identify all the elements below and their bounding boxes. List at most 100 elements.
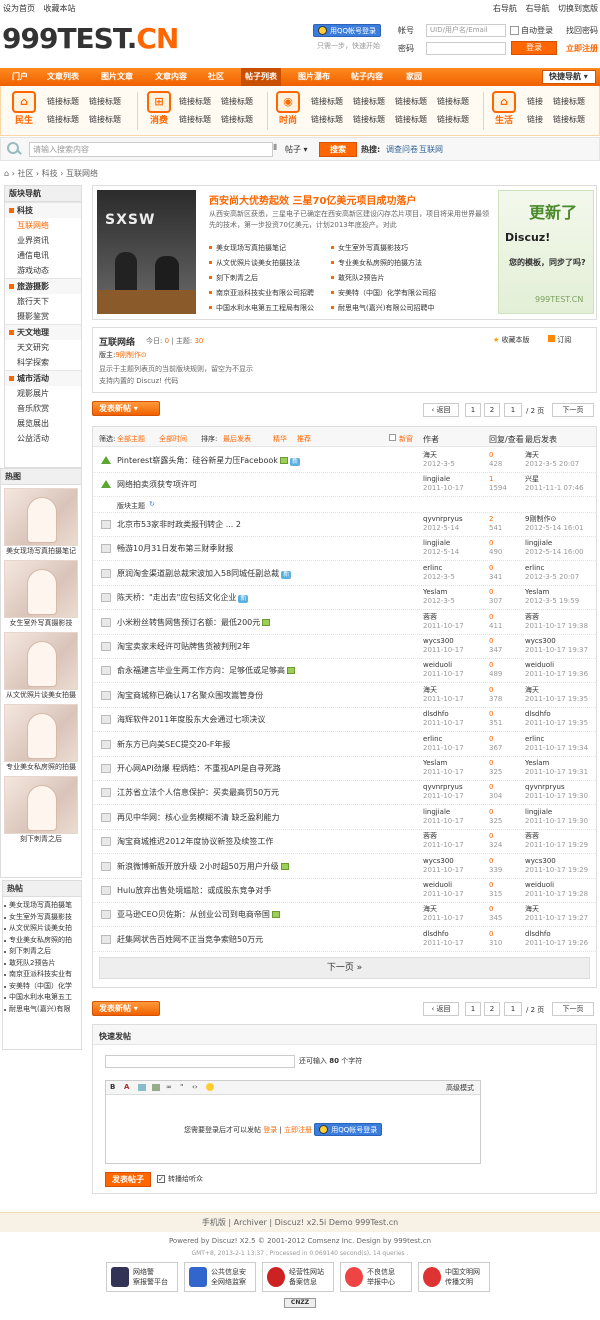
last-poster-link[interactable]: dlsdhfo — [525, 930, 551, 938]
band-group-shishang[interactable]: ◉ 时尚 — [273, 89, 303, 133]
last-poster-link[interactable]: 蓉蓉 — [525, 832, 539, 840]
sidebar-item[interactable]: 游戏动态 — [5, 263, 81, 278]
sidebar-item[interactable]: 互联网络 — [5, 218, 81, 233]
band-link[interactable]: 链接标题 — [89, 96, 121, 107]
hot-post-item[interactable]: 美女现场写真拍摄笔 — [3, 900, 81, 912]
last-poster-link[interactable]: weiduoli — [525, 661, 554, 669]
search-input[interactable]: 请输入搜索内容 — [29, 142, 273, 157]
band-link[interactable]: 链接标题 — [353, 114, 385, 125]
page-input[interactable]: 1 — [504, 403, 522, 417]
thread-row[interactable]: 开心网API劲爆 程炳皓：不重视API是自寻死路 Yeslam 2011-10-17… — [93, 757, 596, 781]
band-link[interactable]: 链接标题 — [47, 114, 79, 125]
thread-row[interactable]: 亚马逊CEO贝佐斯：从创业公司到电商帝国 海天 2011-10-17 0 345 海天 20… — [93, 903, 596, 928]
editor-register-link[interactable]: 立即注册 — [284, 1125, 312, 1135]
page-input-bottom[interactable]: 1 — [504, 1002, 522, 1016]
last-poster-link[interactable]: Yeslam — [525, 759, 549, 767]
author-link[interactable]: weiduoli — [423, 881, 452, 889]
featured-link[interactable]: 安美特（中国）化学有限公司招 — [331, 288, 436, 298]
thread-title[interactable]: 淘宝商城称已确认17名聚众围攻嵩管身份 — [117, 690, 263, 701]
badge-civilization[interactable]: 中国文明网 传播文明 — [418, 1262, 490, 1292]
hot-image[interactable] — [4, 488, 78, 546]
register-link[interactable]: 立即注册 — [566, 43, 598, 54]
submit-post-button[interactable]: 发表帖子 — [105, 1172, 151, 1187]
featured-link[interactable]: 女生室外写真摄影技巧 — [331, 243, 408, 253]
last-poster-link[interactable]: wycs300 — [525, 857, 556, 865]
last-poster-link[interactable]: wycs300 — [525, 637, 556, 645]
band-link[interactable]: 链接标题 — [221, 114, 253, 125]
footer-link-archiver[interactable]: Archiver — [234, 1218, 267, 1227]
sidebar-group[interactable]: 城市活动 — [5, 370, 81, 386]
thread-row[interactable]: 原润淘金渠道副总裁宋波加入58同城任副总裁新 erlinc 2012-3-5 0 341… — [93, 562, 596, 586]
sidebar-item[interactable]: 旅行天下 — [5, 294, 81, 309]
filter-digest[interactable]: 精华 — [273, 434, 287, 444]
sidebar-item[interactable]: 业界资讯 — [5, 233, 81, 248]
band-group-minsheng[interactable]: ⌂ 民生 — [9, 89, 39, 133]
band-link[interactable]: 链接标题 — [353, 96, 385, 107]
last-poster-link[interactable]: 兴星 — [525, 475, 539, 483]
right-nav-link-2[interactable]: 右导航 — [525, 4, 549, 13]
new-window-checkbox[interactable] — [389, 434, 396, 441]
right-nav-link-1[interactable]: 右导航 — [493, 4, 517, 13]
sidebar-item[interactable]: 展览展出 — [5, 416, 81, 431]
thread-title[interactable]: 北京市53家非时政类报刊转企 ... 2 — [117, 519, 241, 530]
band-link[interactable]: 链接标题 — [221, 96, 253, 107]
featured-link[interactable]: 专业美女私房照的拍摄方法 — [331, 258, 422, 268]
author-link[interactable]: dlsdhfo — [423, 710, 449, 718]
author-link[interactable]: wycs300 — [423, 857, 454, 865]
thread-title[interactable]: 小米粉丝转售网售预订名额：最低200元 — [117, 617, 271, 628]
band-link[interactable]: 链接标题 — [395, 114, 427, 125]
footer-link-demo[interactable]: Discuz! x2.5i Demo 999Test.cn — [275, 1218, 399, 1227]
thread-row[interactable]: 北京市53家非时政类报刊转企 ... 2 qyvnrpryus 2012-5-14 2… — [93, 513, 596, 537]
last-poster-link[interactable]: 海天 — [525, 451, 539, 459]
last-poster-link[interactable]: 9刚制作⊙ — [525, 515, 556, 523]
nav-item-community[interactable]: 社区 — [208, 68, 224, 86]
author-link[interactable]: erlinc — [423, 564, 442, 572]
featured-link[interactable]: 刻下刺青之后 — [209, 273, 258, 283]
author-link[interactable]: lingjiale — [423, 475, 450, 483]
moderator-link[interactable]: 9刚制作⊙ — [115, 351, 146, 359]
link-icon[interactable]: ∞ — [166, 1083, 172, 1091]
image-icon[interactable] — [138, 1084, 146, 1091]
new-thread-button-bottom[interactable]: 发表新帖 ▾ — [92, 1001, 160, 1016]
nav-item-article-content[interactable]: 文章内容 — [155, 68, 187, 86]
thread-row[interactable]: 赶集网状告百姓网不正当竞争索赔50万元 dlsdhfo 2011-10-17 0 310… — [93, 928, 596, 952]
featured-link[interactable]: 美女现场写真拍摄笔记 — [209, 243, 286, 253]
thread-row[interactable]: 新浪微博新版开放升级 2小时超50万用户升级 wycs300 2011-10-17 0… — [93, 855, 596, 879]
bold-icon[interactable]: B — [110, 1083, 115, 1091]
hot-post-item[interactable]: 南京亚派科技实业有 — [3, 969, 81, 981]
quick-nav-button[interactable]: 快捷导航 ▾ — [542, 70, 596, 84]
home-icon[interactable]: ⌂ — [4, 169, 9, 178]
thread-title[interactable]: 江苏省立法个人信息保护：买卖最高罚50万元 — [117, 787, 279, 798]
nav-item-waterfall[interactable]: 图片瀑布 — [298, 68, 330, 86]
badge-report[interactable]: 不良信息 举报中心 — [340, 1262, 412, 1292]
switch-wide-link[interactable]: 切换到宽版 — [558, 4, 598, 13]
hot-image-caption[interactable]: 刻下刺青之后 — [1, 834, 81, 845]
advanced-mode-link[interactable]: 高级模式 — [446, 1083, 474, 1093]
editor-login-link[interactable]: 登录 — [263, 1125, 277, 1135]
badge-police[interactable]: 网络警 察报警平台 — [106, 1262, 178, 1292]
filter-all-time[interactable]: 全部时间 — [159, 434, 187, 444]
last-poster-link[interactable]: Yeslam — [525, 588, 549, 596]
thread-title[interactable]: Hulu放弃出售处境尴尬：或成股东竞争对手 — [117, 885, 271, 896]
thread-row[interactable]: 海辉软件2011年度股东大会通过七项决议 dlsdhfo 2011-10-17 0 35… — [93, 708, 596, 733]
page-2-button-bottom[interactable]: 2 — [484, 1002, 500, 1016]
thread-title[interactable]: 原润淘金渠道副总裁宋波加入58同城任副总裁新 — [117, 568, 292, 579]
thread-row[interactable]: Pinterest崭露头角：硅谷新星力压Facebook 新海天 2012-3-5 0… — [93, 449, 596, 473]
next-page-button-bottom[interactable]: 下一页 — [552, 1002, 594, 1016]
author-link[interactable]: 蓉蓉 — [423, 832, 437, 840]
sidebar-item[interactable]: 公益活动 — [5, 431, 81, 446]
last-poster-link[interactable]: weiduoli — [525, 881, 554, 889]
author-link[interactable]: lingjiale — [423, 808, 450, 816]
hot-post-item[interactable]: 敢死队2预告片 — [3, 958, 81, 970]
nav-item-thread-content[interactable]: 帖子内容 — [351, 68, 383, 86]
hot-post-item[interactable]: 耐思电气(嘉兴)有限 — [3, 1004, 81, 1016]
badge-icp[interactable]: 经营性网站 备案信息 — [262, 1262, 334, 1292]
band-group-shenghuo[interactable]: ⌂ 生活 — [489, 89, 519, 133]
quote-icon[interactable]: “ — [180, 1083, 184, 1091]
author-link[interactable]: Yeslam — [423, 588, 447, 596]
nav-item-portal[interactable]: 门户 — [12, 68, 28, 86]
thread-title[interactable]: 再见中华网：核心业务模糊不清 缺乏盈利能力 — [117, 812, 280, 823]
attachment-icon[interactable] — [152, 1084, 160, 1091]
hot-image[interactable] — [4, 632, 78, 690]
sidebar-item[interactable]: 观影展片 — [5, 386, 81, 401]
